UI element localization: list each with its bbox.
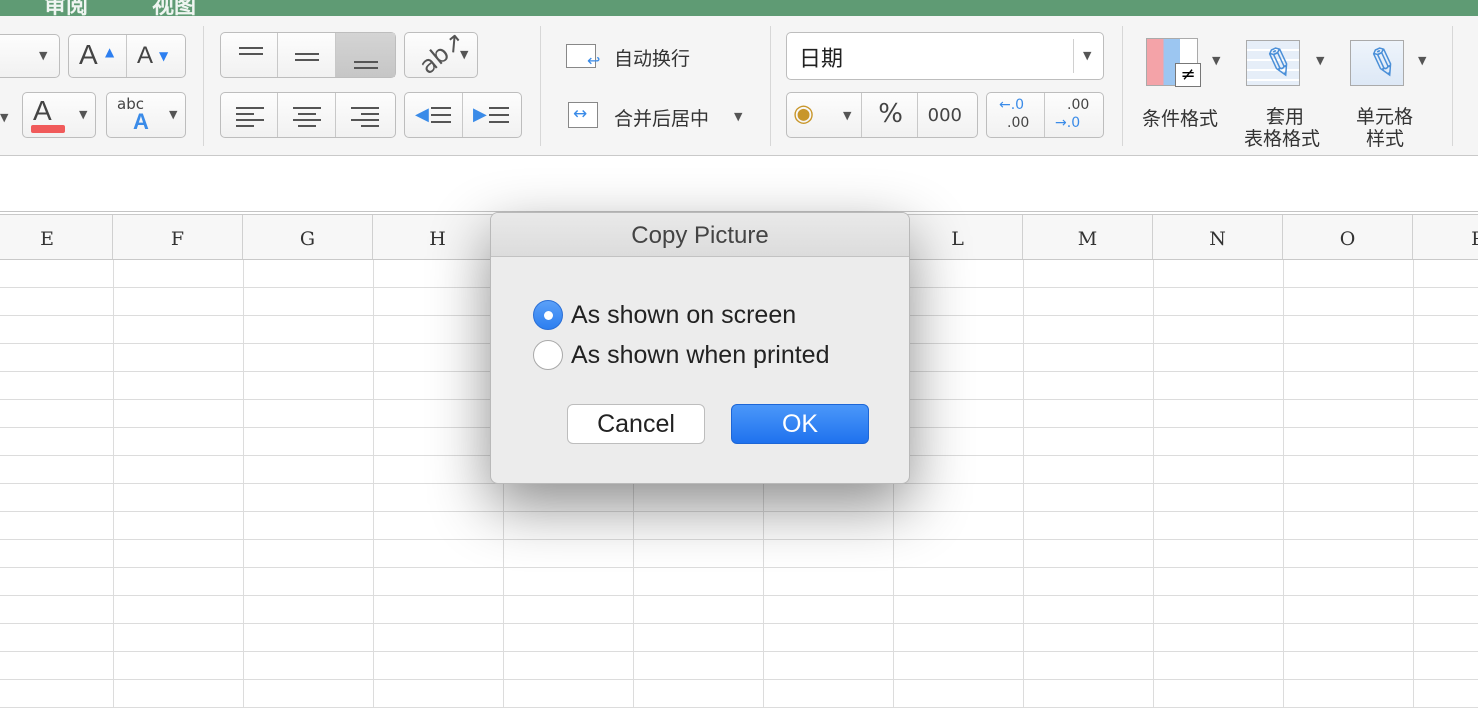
indent-left-icon: ◀ <box>415 104 429 125</box>
orientation-button[interactable]: ab↗ ▼ <box>404 26 478 80</box>
align-middle-button[interactable] <box>278 33 336 77</box>
grow-font-button[interactable]: A ▲ <box>69 35 128 77</box>
column-header[interactable]: G <box>243 215 373 259</box>
column-header[interactable]: N <box>1153 215 1283 259</box>
chevron-down-icon: ▼ <box>39 49 48 62</box>
align-top-button[interactable] <box>221 33 279 77</box>
indent-right-icon: ▶ <box>473 104 487 125</box>
radio-as-shown-on-screen[interactable] <box>533 300 563 330</box>
horizontal-align-group <box>220 92 396 138</box>
caret-up-icon: ▲ <box>105 45 115 59</box>
chevron-down-icon: ▼ <box>1212 54 1221 67</box>
chevron-down-icon: ▼ <box>169 108 178 121</box>
coins-icon: ◉ <box>793 99 814 127</box>
ok-button[interactable]: OK <box>731 404 869 444</box>
thousands-button[interactable]: 000 <box>918 93 977 137</box>
merge-center-button[interactable]: ↔ 合并后居中 ▼ <box>566 100 756 132</box>
chevron-down-icon[interactable]: ▼ <box>0 111 8 124</box>
number-format-dropdown[interactable]: 日期 ▼ <box>786 32 1104 80</box>
column-header[interactable]: L <box>893 215 1023 259</box>
font-color-button[interactable]: A ▼ <box>22 92 96 138</box>
font-color-bar <box>31 125 65 133</box>
wrap-text-button[interactable]: ↩ 自动换行 <box>566 42 706 72</box>
ribbon-separator <box>540 26 541 146</box>
grid-line <box>1153 260 1154 708</box>
radio-as-shown-when-printed[interactable] <box>533 340 563 370</box>
shrink-font-button[interactable]: A ▼ <box>127 35 185 77</box>
format-as-table-button[interactable]: ✎ ▼ 套用 表格格式 <box>1240 36 1340 150</box>
formula-bar[interactable] <box>0 157 1478 212</box>
phonetic-button[interactable]: abc A ▼ <box>106 92 186 138</box>
chevron-down-icon: ▼ <box>734 110 743 123</box>
chevron-down-icon: ▼ <box>1083 49 1092 62</box>
decrease-decimal-button[interactable]: .00 →.0 <box>1045 93 1103 137</box>
increase-decimal-button[interactable]: ←.0 .00 <box>987 93 1046 137</box>
align-center-button[interactable] <box>278 93 336 137</box>
tab-view[interactable]: 视图 <box>152 0 196 16</box>
copy-picture-dialog: Copy Picture As shown on screen As shown… <box>490 212 910 484</box>
radio-label-screen[interactable]: As shown on screen <box>571 301 796 330</box>
caret-down-icon: ▼ <box>159 49 169 63</box>
grid-line <box>1283 260 1284 708</box>
align-left-button[interactable] <box>221 93 279 137</box>
ribbon-separator <box>1122 26 1123 146</box>
align-right-button[interactable] <box>336 93 395 137</box>
ribbon-separator <box>770 26 771 146</box>
cancel-button[interactable]: Cancel <box>567 404 705 444</box>
radio-label-printed[interactable]: As shown when printed <box>571 341 829 370</box>
wrap-text-icon: ↩ <box>566 44 600 70</box>
conditional-format-button[interactable]: ≠ ▼ 条件格式 <box>1136 36 1236 146</box>
column-header[interactable]: H <box>373 215 503 259</box>
font-color-icon: A <box>33 95 52 126</box>
ribbon-tab-strip: 审阅 视图 <box>0 0 1478 16</box>
column-header[interactable]: O <box>1283 215 1413 259</box>
ribbon-separator <box>1452 26 1453 146</box>
ribbon-separator <box>203 26 204 146</box>
font-size-buttons: A ▲ A ▼ <box>68 34 186 78</box>
grid-line <box>113 260 114 708</box>
merge-cells-icon: ↔ <box>568 102 598 128</box>
chevron-down-icon: ▼ <box>1418 54 1427 67</box>
vertical-align-group <box>220 32 396 78</box>
grid-line <box>1413 260 1414 708</box>
indent-group: ◀ ▶ <box>404 92 522 138</box>
align-bottom-button[interactable] <box>335 33 395 77</box>
tab-review[interactable]: 审阅 <box>44 0 88 16</box>
percent-button[interactable]: % <box>862 93 918 137</box>
chevron-down-icon: ▼ <box>1316 54 1325 67</box>
column-header[interactable]: M <box>1023 215 1153 259</box>
accounting-format-button[interactable]: ◉ ▼ <box>787 93 863 137</box>
column-header[interactable]: P <box>1413 215 1478 259</box>
chevron-down-icon: ▼ <box>843 109 852 122</box>
cell-styles-button[interactable]: ✎ ▼ 单元格 样式 <box>1344 36 1444 150</box>
column-header[interactable]: F <box>113 215 243 259</box>
decimal-group: ←.0 .00 .00 →.0 <box>986 92 1104 138</box>
column-header[interactable]: E <box>0 215 113 259</box>
chevron-down-icon: ▼ <box>460 48 469 61</box>
conditional-format-icon: ≠ <box>1146 38 1201 87</box>
increase-indent-button[interactable]: ▶ <box>463 93 521 137</box>
grid-line <box>1023 260 1024 708</box>
table-brush-icon: ✎ <box>1246 37 1301 89</box>
ribbon: ▼ A ▲ A ▼ ▼ A ▼ abc A ▼ ab↗ ▼ ◀ ▶ ↩ 自动换行… <box>0 16 1478 156</box>
font-size-dropdown[interactable]: ▼ <box>0 34 60 78</box>
dialog-title: Copy Picture <box>491 213 909 257</box>
grid-line <box>243 260 244 708</box>
cell-brush-icon: ✎ <box>1350 37 1405 89</box>
decrease-indent-button[interactable]: ◀ <box>405 93 464 137</box>
number-style-group: ◉ ▼ % 000 <box>786 92 978 138</box>
excel-window: 审阅 视图 ▼ A ▲ A ▼ ▼ A ▼ abc A ▼ ab↗ ▼ ◀ ▶ … <box>0 0 1478 708</box>
grid-line <box>373 260 374 708</box>
chevron-down-icon: ▼ <box>79 108 88 121</box>
